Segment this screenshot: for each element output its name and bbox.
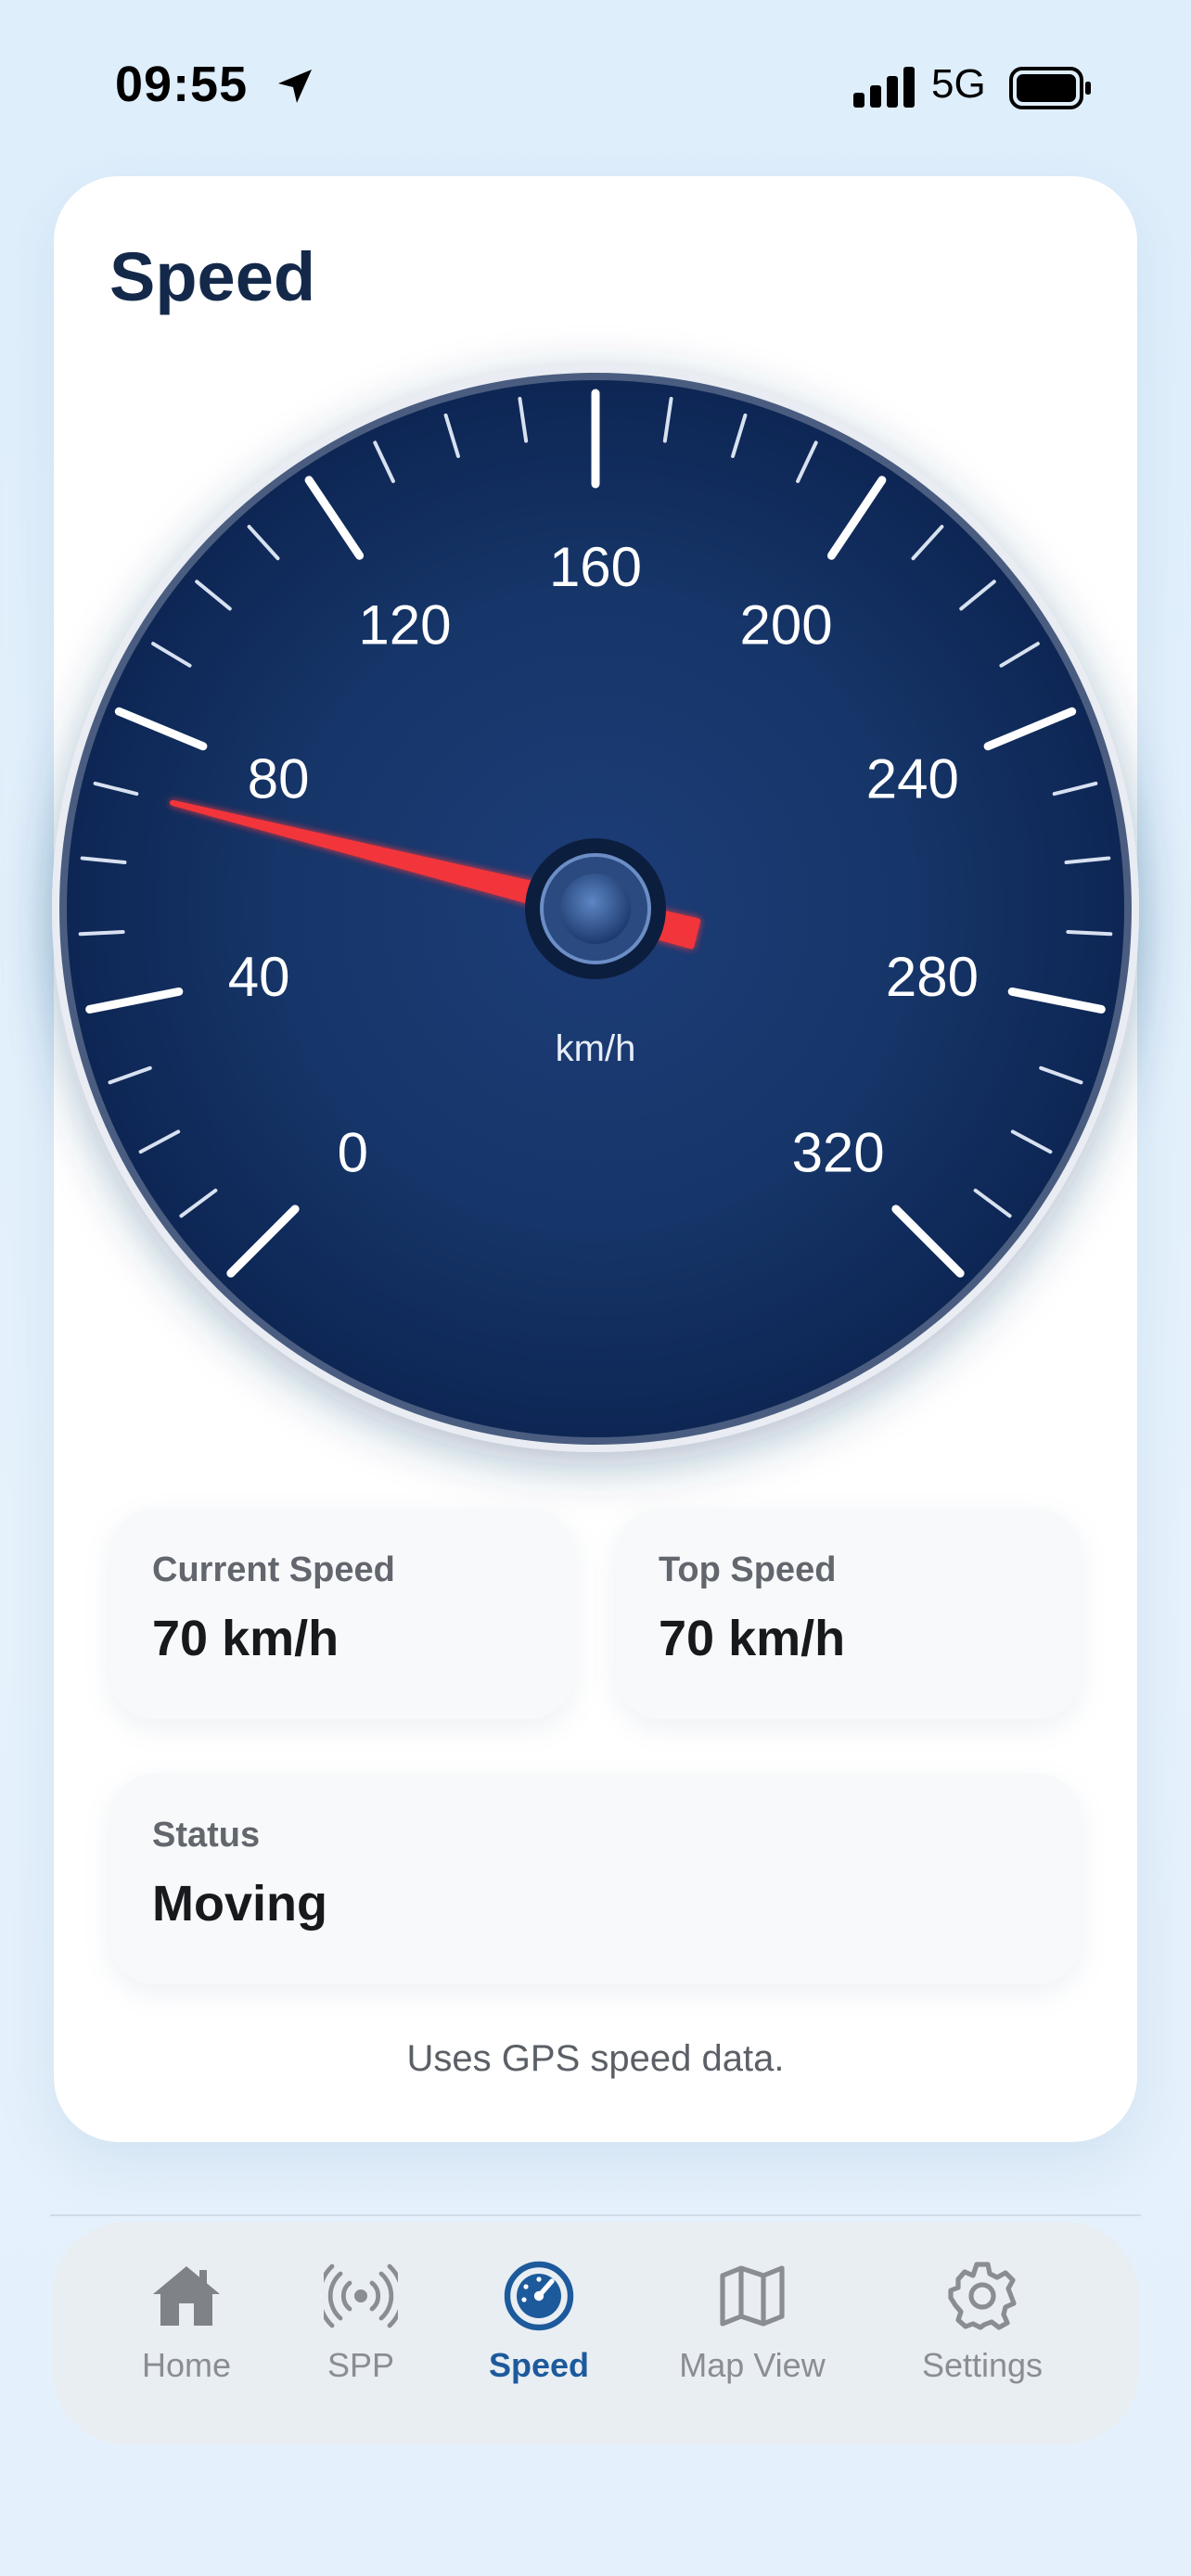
gauge-tick-label: 40 bbox=[228, 946, 290, 1008]
gauge-tick-label: 0 bbox=[338, 1122, 368, 1184]
tab-bar: Home SPP Speed Map View Settings bbox=[52, 2222, 1139, 2444]
tab-speed-label: Speed bbox=[488, 2346, 590, 2384]
speed-card: Speed 0 40 80 120 160 200 240 280 320 km… bbox=[52, 176, 1139, 2142]
top-speed-tile: Top Speed 70 km/h bbox=[616, 1508, 1082, 1719]
status-time: 09:55 bbox=[115, 57, 249, 112]
battery-icon bbox=[1009, 67, 1091, 109]
gps-footnote: Uses GPS speed data. bbox=[406, 2038, 785, 2079]
status-bar: 09:55 5G bbox=[0, 0, 1191, 176]
tab-home[interactable]: Home bbox=[94, 2259, 279, 2407]
location-arrow-icon bbox=[278, 70, 312, 103]
needle-hub-cap bbox=[560, 874, 631, 944]
top-speed-label: Top Speed bbox=[659, 1550, 837, 1589]
status-label: Status bbox=[152, 1816, 261, 1855]
cellular-signal-icon bbox=[853, 67, 915, 108]
current-speed-label: Current Speed bbox=[152, 1550, 395, 1589]
gear-icon bbox=[948, 2262, 1017, 2330]
tab-speed[interactable]: Speed bbox=[446, 2259, 632, 2407]
tab-settings[interactable]: Settings bbox=[890, 2259, 1075, 2407]
tab-spp[interactable]: SPP bbox=[268, 2259, 454, 2407]
gauge-minor-tick bbox=[1066, 930, 1113, 937]
tabbar-divider bbox=[50, 2214, 1141, 2216]
status-value: Moving bbox=[152, 1876, 327, 1932]
gauge-tick-label: 240 bbox=[866, 747, 959, 810]
gauge-tick-label: 200 bbox=[740, 593, 833, 656]
broadcast-icon bbox=[324, 2264, 398, 2328]
current-speed-tile: Current Speed 70 km/h bbox=[109, 1508, 575, 1719]
house-icon bbox=[153, 2266, 220, 2326]
page-title: Speed bbox=[109, 238, 316, 315]
gauge-unit-label: km/h bbox=[556, 1028, 636, 1069]
tab-spp-label: SPP bbox=[327, 2346, 395, 2384]
tab-home-label: Home bbox=[141, 2346, 232, 2384]
gauge-tick-label: 280 bbox=[886, 946, 979, 1008]
status-tile: Status Moving bbox=[109, 1773, 1082, 1984]
network-type: 5G bbox=[931, 61, 986, 107]
map-icon bbox=[720, 2265, 785, 2327]
current-speed-value: 70 km/h bbox=[152, 1611, 339, 1666]
tab-settings-label: Settings bbox=[921, 2346, 1044, 2384]
speedometer-dial: 0 40 80 120 160 200 240 280 320 km/h bbox=[52, 365, 1139, 1452]
tab-map-view[interactable]: Map View bbox=[660, 2259, 845, 2407]
gauge-tick-label: 320 bbox=[792, 1122, 885, 1184]
gauge-tick-label: 120 bbox=[358, 593, 451, 656]
gauge-tick-label: 80 bbox=[248, 747, 310, 810]
tab-map-view-label: Map View bbox=[679, 2346, 826, 2384]
top-speed-value: 70 km/h bbox=[659, 1611, 846, 1666]
speedometer-icon bbox=[504, 2261, 574, 2331]
speedometer-gauge: 0 40 80 120 160 200 240 280 320 km/h bbox=[52, 365, 1139, 1452]
gauge-minor-tick bbox=[78, 930, 125, 937]
gauge-tick-label: 160 bbox=[549, 536, 642, 598]
